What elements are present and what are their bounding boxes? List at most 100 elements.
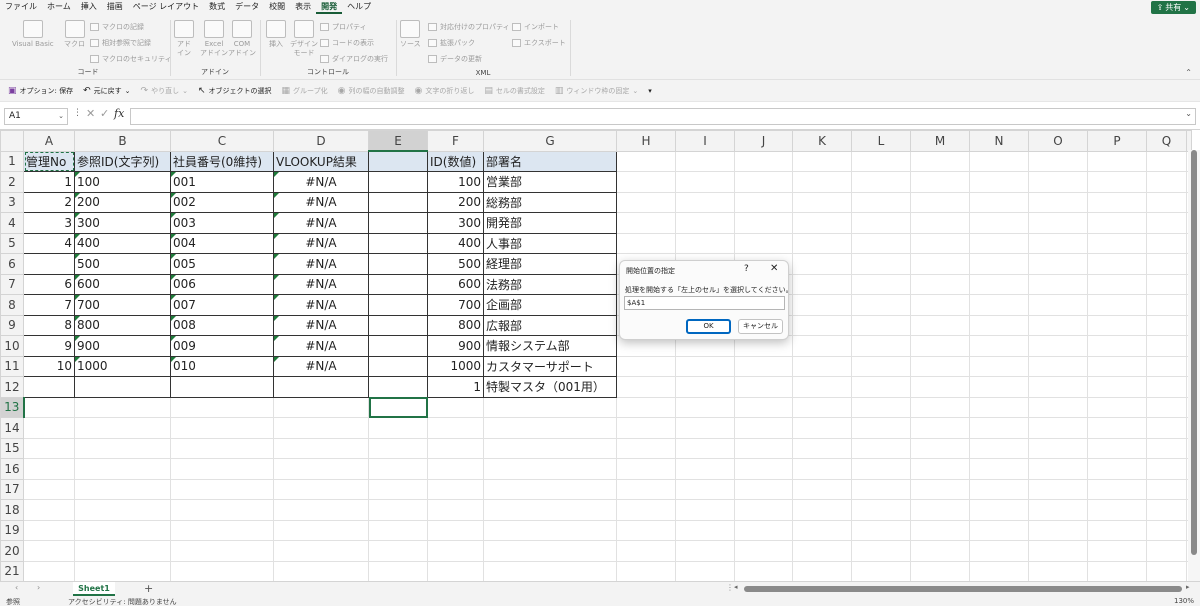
- cell-F8[interactable]: 700: [427, 294, 484, 316]
- cell-B14[interactable]: [74, 417, 171, 439]
- cell-M9[interactable]: [910, 314, 970, 336]
- cell-C14[interactable]: [170, 417, 274, 439]
- cell-D15[interactable]: [273, 437, 369, 459]
- cell-I11[interactable]: [675, 355, 735, 377]
- cell-D2[interactable]: #N/A: [273, 171, 369, 193]
- zoom-level[interactable]: 130%: [1174, 597, 1194, 605]
- cell-F11[interactable]: 1000: [427, 355, 484, 377]
- cell-D11[interactable]: #N/A: [273, 355, 369, 377]
- cell-L20[interactable]: [851, 540, 911, 562]
- cell-E12[interactable]: [368, 376, 428, 398]
- cell-B3[interactable]: 200: [74, 191, 171, 213]
- cell-B21[interactable]: [74, 560, 171, 581]
- cell-L21[interactable]: [851, 560, 911, 581]
- cell-N8[interactable]: [969, 294, 1029, 316]
- row-header[interactable]: 7: [0, 273, 24, 295]
- cell-D10[interactable]: #N/A: [273, 335, 369, 357]
- cell-L12[interactable]: [851, 376, 911, 398]
- cell-H1[interactable]: [616, 150, 676, 172]
- expand-formula-icon[interactable]: ⌄: [1185, 109, 1192, 118]
- cell-C10[interactable]: 009: [170, 335, 274, 357]
- cell-K11[interactable]: [792, 355, 852, 377]
- cell-A21[interactable]: [23, 560, 75, 581]
- cell-J19[interactable]: [734, 519, 793, 541]
- cell-N20[interactable]: [969, 540, 1029, 562]
- cell-P3[interactable]: [1087, 191, 1147, 213]
- cell-J13[interactable]: [734, 396, 793, 418]
- cell-K19[interactable]: [792, 519, 852, 541]
- cell-N6[interactable]: [969, 253, 1029, 275]
- cell-D13[interactable]: [273, 396, 369, 418]
- cell-reference-input[interactable]: $A$1: [624, 296, 785, 310]
- cell-L2[interactable]: [851, 171, 911, 193]
- cell-M12[interactable]: [910, 376, 970, 398]
- cell-B20[interactable]: [74, 540, 171, 562]
- cell-A19[interactable]: [23, 519, 75, 541]
- cell-I15[interactable]: [675, 437, 735, 459]
- cell-P18[interactable]: [1087, 499, 1147, 521]
- cell-K16[interactable]: [792, 458, 852, 480]
- cell-P15[interactable]: [1087, 437, 1147, 459]
- cell-M2[interactable]: [910, 171, 970, 193]
- cell-G17[interactable]: [483, 478, 617, 500]
- run-dialog-button[interactable]: ダイアログの実行: [320, 54, 388, 64]
- refresh-data-button[interactable]: データの更新: [428, 54, 482, 64]
- cell-O12[interactable]: [1028, 376, 1088, 398]
- cell-E16[interactable]: [368, 458, 428, 480]
- cell-L6[interactable]: [851, 253, 911, 275]
- column-header[interactable]: H: [616, 130, 676, 152]
- column-header[interactable]: O: [1028, 130, 1088, 152]
- cell-F1[interactable]: ID(数値): [427, 150, 484, 172]
- cell-Q5[interactable]: [1146, 232, 1187, 254]
- cell-H15[interactable]: [616, 437, 676, 459]
- cell-C17[interactable]: [170, 478, 274, 500]
- cell-M15[interactable]: [910, 437, 970, 459]
- cell-C3[interactable]: 002: [170, 191, 274, 213]
- cell-format-button[interactable]: ▤ セルの書式設定: [484, 86, 545, 96]
- row-header[interactable]: 3: [0, 191, 24, 213]
- cell-M18[interactable]: [910, 499, 970, 521]
- menu-draw[interactable]: 描画: [102, 0, 128, 14]
- cell-D6[interactable]: #N/A: [273, 253, 369, 275]
- cancel-button[interactable]: キャンセル: [738, 319, 783, 334]
- cell-F19[interactable]: [427, 519, 484, 541]
- cell-K21[interactable]: [792, 560, 852, 581]
- column-header[interactable]: G: [483, 130, 617, 152]
- cell-M14[interactable]: [910, 417, 970, 439]
- cell-E15[interactable]: [368, 437, 428, 459]
- cell-D18[interactable]: [273, 499, 369, 521]
- cell-A20[interactable]: [23, 540, 75, 562]
- accessibility-status[interactable]: アクセシビリティ: 問題ありません: [68, 597, 177, 606]
- cell-M11[interactable]: [910, 355, 970, 377]
- cell-C13[interactable]: [170, 396, 274, 418]
- chevron-left-icon[interactable]: ‹: [15, 583, 18, 592]
- options-save-button[interactable]: ▣ オプション: 保存: [8, 86, 73, 96]
- freeze-panes-button[interactable]: ▥ ウィンドウ枠の固定 ⌄: [555, 86, 638, 96]
- cell-E2[interactable]: [368, 171, 428, 193]
- horizontal-scrollbar[interactable]: [744, 586, 1182, 592]
- cell-M5[interactable]: [910, 232, 970, 254]
- cell-B2[interactable]: 100: [74, 171, 171, 193]
- cell-D8[interactable]: #N/A: [273, 294, 369, 316]
- cell-Q9[interactable]: [1146, 314, 1187, 336]
- cell-D17[interactable]: [273, 478, 369, 500]
- cell-O9[interactable]: [1028, 314, 1088, 336]
- cell-L18[interactable]: [851, 499, 911, 521]
- cell-P19[interactable]: [1087, 519, 1147, 541]
- cell-H19[interactable]: [616, 519, 676, 541]
- cell-L15[interactable]: [851, 437, 911, 459]
- cell-A10[interactable]: 9: [23, 335, 75, 357]
- cell-A15[interactable]: [23, 437, 75, 459]
- cell-I20[interactable]: [675, 540, 735, 562]
- cell-C12[interactable]: [170, 376, 274, 398]
- undo-button[interactable]: ↶ 元に戻す ⌄: [83, 86, 130, 96]
- cell-E17[interactable]: [368, 478, 428, 500]
- cell-H3[interactable]: [616, 191, 676, 213]
- column-header[interactable]: P: [1087, 130, 1147, 152]
- cell-D12[interactable]: [273, 376, 369, 398]
- cell-B4[interactable]: 300: [74, 212, 171, 234]
- cell-O21[interactable]: [1028, 560, 1088, 581]
- cell-E19[interactable]: [368, 519, 428, 541]
- cell-A8[interactable]: 7: [23, 294, 75, 316]
- row-header[interactable]: 19: [0, 519, 24, 541]
